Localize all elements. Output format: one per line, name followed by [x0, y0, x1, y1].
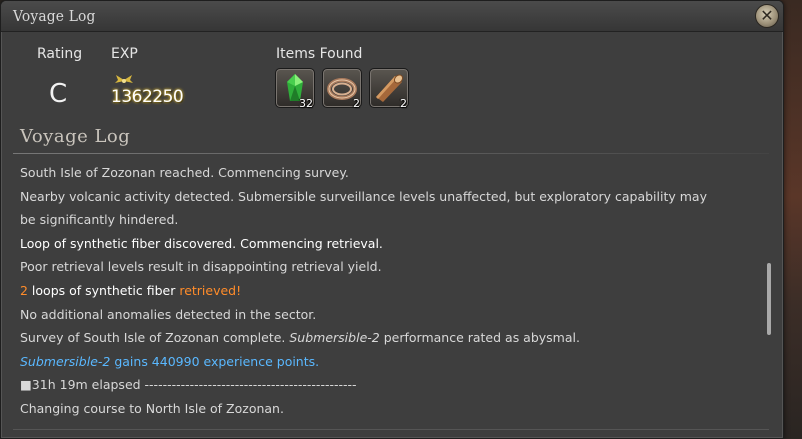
- item-quantity: 2: [353, 97, 360, 110]
- close-icon: ✕: [760, 6, 774, 25]
- log-line: Survey of South Isle of Zozonan complete…: [20, 330, 580, 346]
- exp-label: EXP: [111, 46, 138, 62]
- log-line: Changing course to North Isle of Zozonan…: [20, 400, 284, 416]
- divider: [13, 153, 769, 154]
- item-name: loops of synthetic fiber: [27, 282, 180, 298]
- log-line: Submersible-2 gains 440990 experience po…: [20, 353, 320, 369]
- log-line: South Isle of Zozonan reached. Commencin…: [20, 165, 349, 180]
- item-quantity: 2: [400, 97, 407, 110]
- exp-wings-icon: [115, 75, 133, 83]
- item-slot-crystal[interactable]: 32: [275, 68, 315, 110]
- bottom-divider: [13, 429, 769, 430]
- log-line: 2 loops of synthetic fiber retrieved!: [20, 279, 755, 303]
- exp-value: 1362250: [111, 87, 184, 107]
- submersible-name: Submersible-2: [289, 330, 380, 346]
- item-count: 2: [20, 282, 28, 298]
- log-line: No additional anomalies detected in the …: [20, 306, 317, 322]
- window-title: Voyage Log: [13, 7, 96, 25]
- voyage-log-text: South Isle of Zozonan reached. Commencin…: [20, 161, 755, 421]
- close-button[interactable]: ✕: [755, 4, 779, 28]
- retrieval-status: retrieved!: [179, 282, 242, 298]
- log-line: Loop of synthetic fiber discovered. Comm…: [20, 235, 383, 251]
- item-slot-fiber[interactable]: 2: [322, 68, 362, 110]
- item-slot-log[interactable]: 2: [369, 68, 409, 110]
- items-found-label: Items Found: [276, 46, 363, 62]
- scrollbar-thumb[interactable]: [767, 263, 771, 335]
- rating-label: Rating: [37, 46, 83, 62]
- log-line: Nearby volcanic activity detected. Subme…: [20, 188, 707, 228]
- submersible-name: Submersible-2: [20, 353, 111, 369]
- rating-value: C: [49, 79, 68, 109]
- items-found-list: 32 2 2: [275, 68, 409, 110]
- voyage-log-window: Voyage Log ✕ Rating EXP Items Found C 13…: [0, 0, 784, 439]
- voyage-log-heading: Voyage Log: [20, 126, 131, 147]
- title-bar[interactable]: Voyage Log ✕: [1, 1, 783, 32]
- log-line: Poor retrieval levels result in disappoi…: [20, 259, 382, 275]
- log-line: ■31h 19m elapsed -----------------------…: [20, 377, 357, 393]
- item-quantity: 32: [299, 97, 313, 110]
